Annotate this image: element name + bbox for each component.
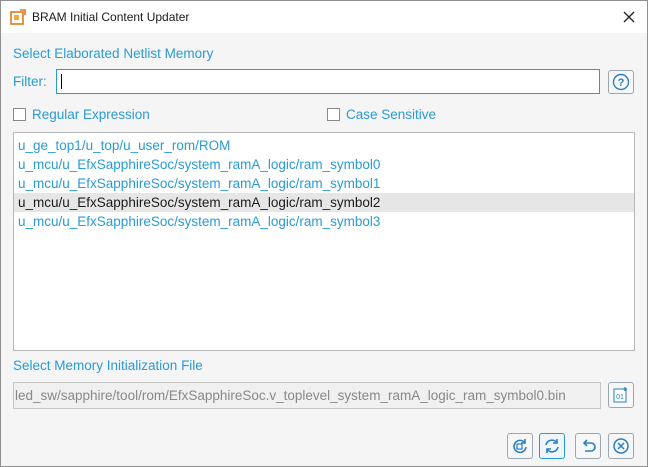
refresh-button[interactable] [539,433,565,459]
memory-list-item[interactable]: u_ge_top1/u_top/u_user_rom/ROM [14,136,634,155]
memory-list[interactable]: u_ge_top1/u_top/u_user_rom/ROM u_mcu/u_E… [13,132,635,351]
memory-list-item[interactable]: u_mcu/u_EfxSapphireSoc/system_ramA_logic… [14,174,634,193]
netlist-heading: Select Elaborated Netlist Memory [13,46,214,61]
help-button[interactable]: ? [608,70,634,94]
help-glyph: ? [618,77,625,89]
cancel-button[interactable] [608,433,634,459]
bram-updater-window: BRAM Initial Content Updater Select Elab… [0,0,648,467]
window-title: BRAM Initial Content Updater [32,10,190,24]
regex-checkbox[interactable] [13,108,26,121]
close-icon [623,11,635,23]
memory-file-path-field[interactable]: led_sw/sapphire/tool/rom/EfxSapphireSoc.… [13,382,601,409]
binary-file-icon: 01 [613,387,627,403]
memory-list-item[interactable]: u_mcu/u_EfxSapphireSoc/system_ramA_logic… [14,212,634,231]
cancel-icon [613,438,629,454]
undo-button[interactable] [575,433,601,459]
app-icon [10,9,26,25]
case-sensitive-checkbox[interactable] [327,108,340,121]
filter-input[interactable] [56,69,600,94]
binary-file-icon-text: 01 [616,394,624,401]
memory-list-item[interactable]: u_mcu/u_EfxSapphireSoc/system_ramA_logic… [14,155,634,174]
regex-label[interactable]: Regular Expression [32,107,150,122]
refresh-icon [545,439,559,453]
memfile-heading: Select Memory Initialization File [13,358,203,373]
undo-icon [582,439,596,452]
browse-file-button[interactable]: 01 [608,382,634,408]
refresh-all-button[interactable] [507,433,533,459]
text-caret [61,74,62,89]
case-sensitive-label[interactable]: Case Sensitive [346,107,436,122]
refresh-all-icon [513,439,527,454]
title-bar[interactable]: BRAM Initial Content Updater [1,1,647,33]
close-button[interactable] [611,1,647,33]
help-icon: ? [612,73,630,91]
memory-list-item-selected[interactable]: u_mcu/u_EfxSapphireSoc/system_ramA_logic… [14,193,634,212]
filter-label: Filter: [13,74,47,89]
